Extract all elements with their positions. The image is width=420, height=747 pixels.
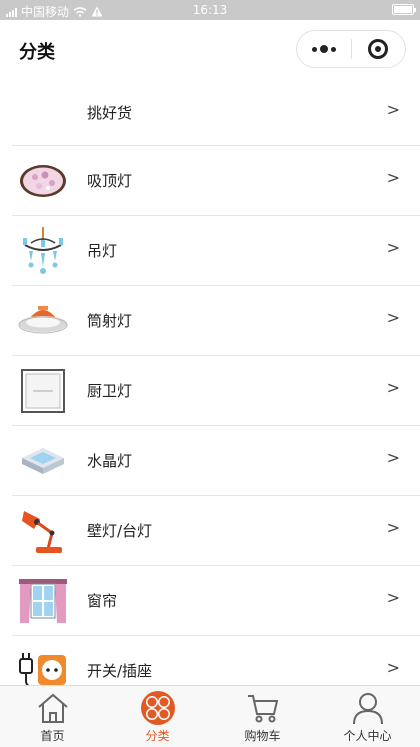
category-item-pick-goods[interactable]: 挑好货 >: [12, 78, 420, 146]
chevron-right-icon: >: [386, 238, 400, 257]
cart-icon: [245, 690, 281, 726]
category-item-downlight[interactable]: 筒射灯 >: [12, 286, 420, 356]
user-icon: [350, 690, 386, 726]
category-item-crystal-lamp[interactable]: 水晶灯 >: [12, 426, 420, 496]
battery-icon: [392, 4, 416, 15]
status-right: [392, 4, 416, 15]
category-list: 挑好货 > 吸顶灯 > 吊灯 > 筒射灯 > 厨卫灯 > 水晶灯 > 壁灯/台灯…: [0, 78, 420, 685]
category-label: 挑好货: [87, 104, 133, 122]
chevron-right-icon: >: [386, 448, 400, 467]
category-icon: [140, 690, 176, 726]
category-label: 吊灯: [87, 242, 118, 260]
status-time: 16:13: [192, 3, 228, 17]
category-label: 厨卫灯: [87, 382, 133, 400]
home-icon: [35, 690, 71, 726]
category-label: 筒射灯: [87, 312, 133, 330]
category-label: 壁灯/台灯: [87, 522, 153, 540]
close-miniprogram-button[interactable]: [352, 31, 406, 67]
switch-socket-icon: [18, 648, 68, 685]
chevron-right-icon: >: [386, 588, 400, 607]
ceiling-lamp-icon: [18, 158, 68, 204]
category-label: 吸顶灯: [87, 172, 133, 190]
downlight-icon: [18, 298, 68, 344]
more-options-button[interactable]: [297, 31, 351, 67]
crystal-lamp-icon: [18, 438, 68, 484]
curtain-icon: [18, 578, 68, 624]
navigation-header: 分类: [0, 20, 420, 78]
category-label: 窗帘: [87, 592, 118, 610]
kitchen-bath-lamp-icon: [18, 368, 68, 414]
bottom-tab-bar: 首页 分类 购物车 个人中心: [0, 685, 420, 747]
category-item-chandelier[interactable]: 吊灯 >: [12, 216, 420, 286]
chevron-right-icon: >: [386, 658, 400, 677]
miniprogram-capsule: [296, 30, 406, 68]
desk-lamp-icon: [18, 508, 68, 554]
chevron-right-icon: >: [386, 378, 400, 397]
chevron-right-icon: >: [386, 308, 400, 327]
category-item-kitchen-bath-lamp[interactable]: 厨卫灯 >: [12, 356, 420, 426]
chevron-right-icon: >: [386, 518, 400, 537]
tab-label: 首页: [40, 729, 65, 743]
tab-label: 个人中心: [343, 729, 392, 743]
tab-label: 分类: [145, 729, 170, 743]
chevron-right-icon: >: [386, 168, 400, 187]
chandelier-icon: [18, 227, 68, 274]
page-title: 分类: [19, 42, 55, 63]
category-item-curtain[interactable]: 窗帘 >: [12, 566, 420, 636]
target-icon: [368, 39, 389, 59]
tab-category[interactable]: 分类: [105, 686, 210, 747]
tab-label: 购物车: [244, 729, 281, 743]
status-bar: 中国移动 16:13: [0, 0, 420, 20]
category-item-switch-socket[interactable]: 开关/插座 >: [12, 636, 420, 685]
tab-home[interactable]: 首页: [0, 686, 105, 747]
category-thumb-empty: [18, 88, 68, 134]
category-item-wall-desk-lamp[interactable]: 壁灯/台灯 >: [12, 496, 420, 566]
category-label: 水晶灯: [87, 452, 133, 470]
tab-profile[interactable]: 个人中心: [315, 686, 420, 747]
tab-cart[interactable]: 购物车: [210, 686, 315, 747]
category-item-ceiling-lamp[interactable]: 吸顶灯 >: [12, 146, 420, 216]
category-label: 开关/插座: [87, 662, 153, 680]
chevron-right-icon: >: [386, 100, 400, 119]
